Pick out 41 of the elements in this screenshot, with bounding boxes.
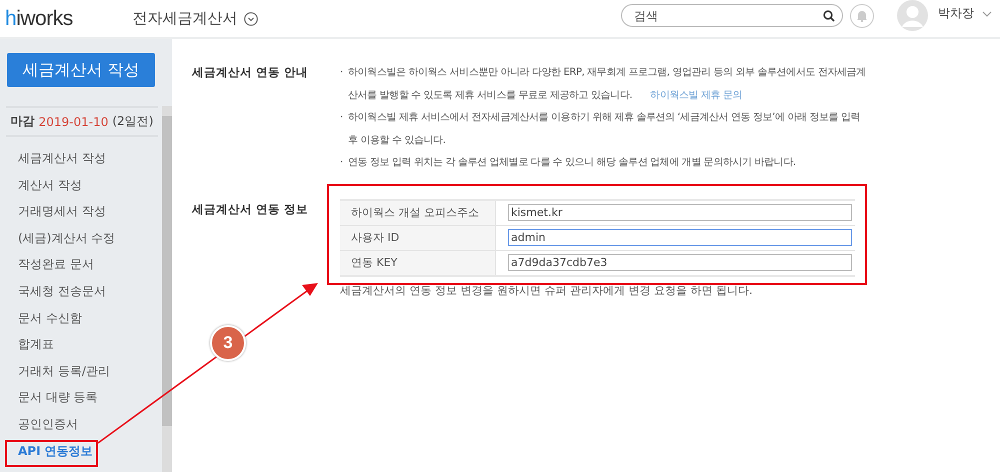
chevron-down-icon[interactable] (244, 12, 258, 26)
section-title: 세금계산서 연동 정보 (192, 200, 310, 216)
bullet-mark: · (340, 111, 344, 125)
guide-text: 하이웍스빌 제휴 서비스에서 전자세금계산서를 이용하기 위해 제휴 솔루션의 ‘세금계산서 연동 정보’에 아래 정보를 입력 후 이용할 수 있습니다. (348, 111, 862, 148)
sidebar-item[interactable]: API 연동정보 (6, 438, 162, 464)
input-field[interactable]: admin (508, 229, 852, 246)
user-name[interactable]: 박차장 (938, 5, 974, 22)
field-label: 하이웍스 개설 오피스주소 (340, 200, 496, 225)
guide-text: 연동 정보 입력 위치는 각 솔루션 업체별로 다를 수 있으니 해당 솔루션 업체에 개별 문의하시기 바랍니다. (348, 156, 796, 170)
sidebar-item[interactable]: 작성완료 문서 (6, 251, 162, 278)
sidebar-item[interactable]: 세금계산서 작성 (6, 145, 162, 172)
app-title: 전자세금계산서 (132, 9, 238, 28)
logo: hiworks (5, 6, 73, 30)
section-title: 세금계산서 연동 안내 (192, 64, 310, 80)
notification-button[interactable] (850, 4, 874, 28)
sidebar-item[interactable]: 합계표 (6, 331, 162, 358)
input-field[interactable]: kismet.kr (508, 204, 852, 221)
sidebar-item[interactable]: 문서 대량 등록 (6, 384, 162, 411)
sidebar-item[interactable]: 거래명세서 작성 (6, 198, 162, 225)
search-field[interactable]: 검색 (621, 4, 843, 27)
search-icon[interactable] (823, 10, 835, 22)
note-text: 세금계산서의 연동 정보 변경을 원하시면 슈퍼 관리자에게 변경 요청을 하면 됩니다. (340, 282, 754, 298)
write-invoice-button[interactable]: 세금계산서 작성 (7, 53, 155, 87)
step-badge: 3 (210, 325, 246, 361)
sidebar-item[interactable]: 공인인증서 (6, 410, 162, 438)
deadline-date: 2019-01-10 (38, 114, 108, 128)
sidebar-item[interactable]: 계산서 작성 (6, 172, 162, 198)
bell-icon (856, 9, 868, 22)
bullet-mark: · (340, 66, 344, 80)
sidebar-item[interactable]: (세금)계산서 수정 (6, 224, 162, 252)
input-field[interactable]: a7d9da37cdb7e3 (508, 254, 852, 271)
days-remaining: (2일전) (112, 113, 154, 130)
field-label: 연동 KEY (340, 250, 496, 276)
sidebar-item[interactable]: 거래처 등록/관리 (6, 358, 162, 384)
sidebar-item[interactable]: 문서 수신함 (6, 304, 162, 332)
bullet-mark: · (340, 156, 344, 170)
guide-text: 하이웍스빌은 하이웍스 서비스뿐만 아니라 다양한 ERP, 재무회계 프로그램, 영업관리 등의 외부 솔루션에서도 전자세금계산서를 발행할 수 있도록 제휴 서비스를 무료로 제공하고 있습니다. 하이웍스빌 제휴 문의 (348, 66, 867, 102)
scrollbar[interactable] (162, 106, 172, 472)
sidebar-item[interactable]: 국세청 전송문서 (6, 278, 162, 305)
field-label: 사용자 ID (340, 225, 496, 250)
deadline-label: 마감 (10, 113, 35, 130)
